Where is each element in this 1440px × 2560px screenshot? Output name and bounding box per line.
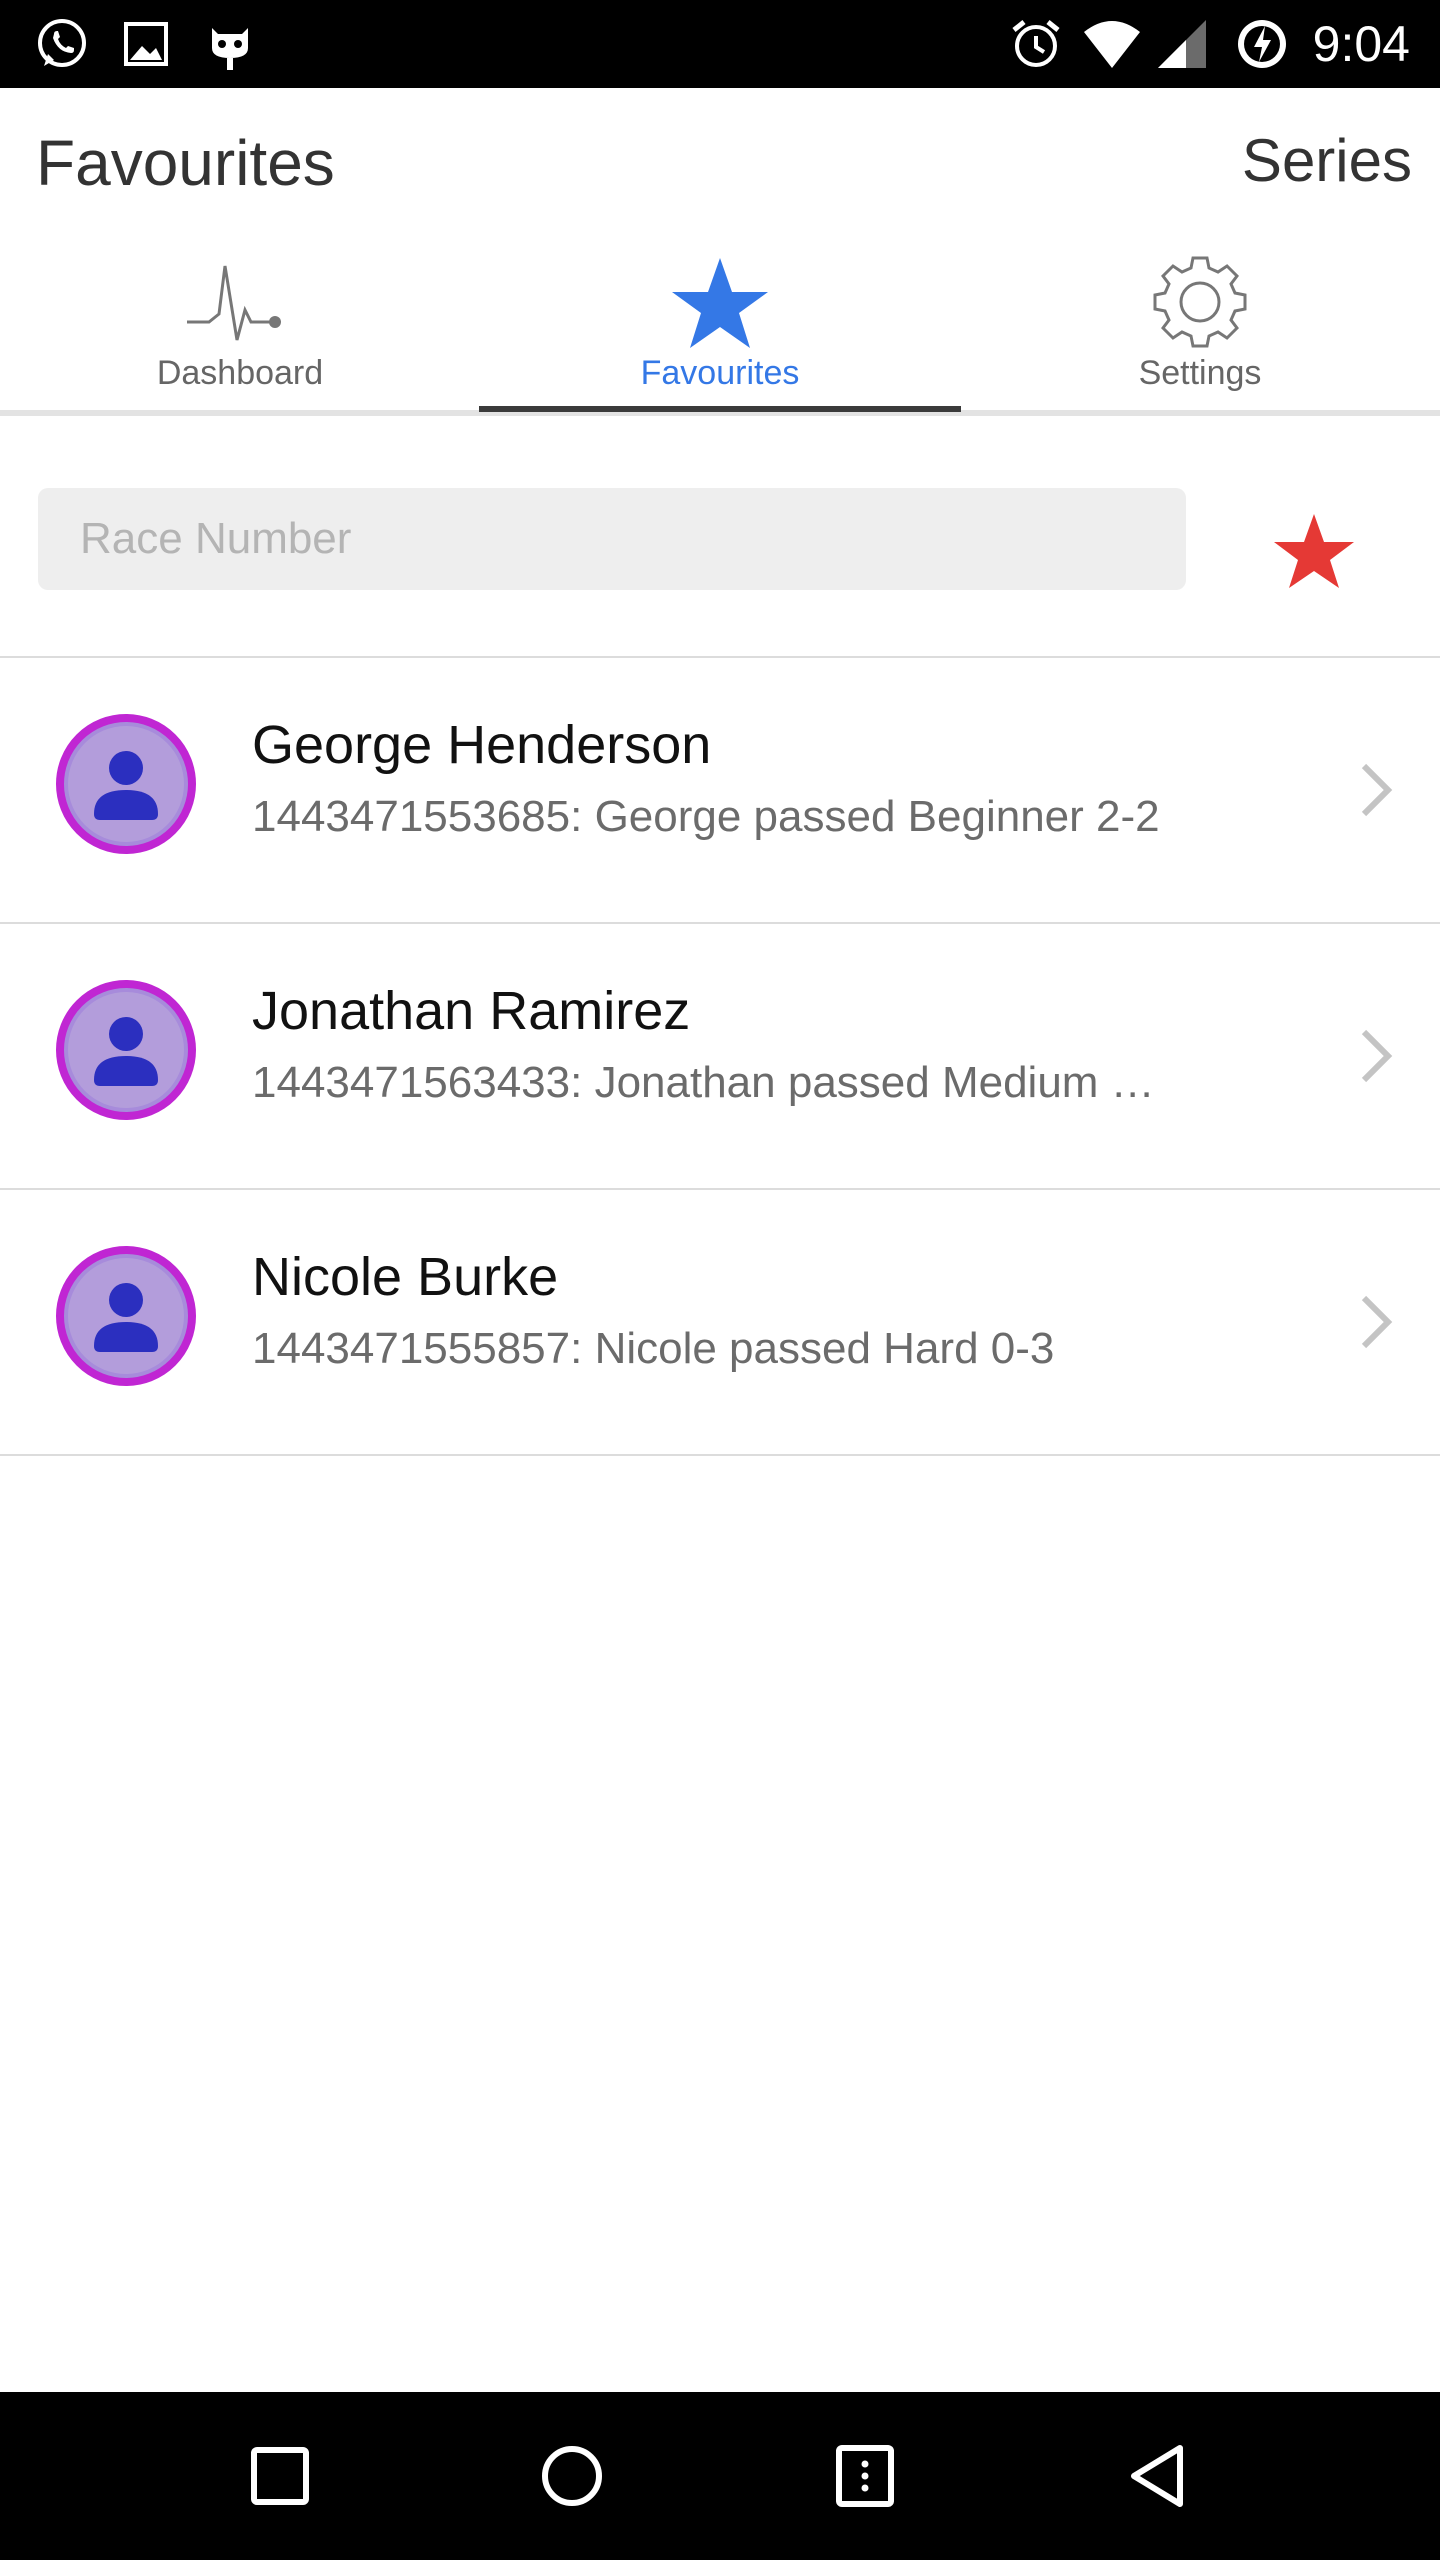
item-name: George Henderson [252, 715, 712, 775]
tab-favourites[interactable]: Favourites [480, 238, 960, 416]
home-button[interactable] [532, 2436, 612, 2516]
tab-settings[interactable]: Settings [960, 238, 1440, 416]
whatsapp-icon [38, 19, 86, 67]
alarm-icon [1012, 20, 1060, 67]
favourites-list: George Henderson 1443471553685: George p… [0, 658, 1440, 1456]
race-number-input[interactable] [38, 488, 1186, 590]
gear-icon [1153, 256, 1247, 348]
nav-bar [0, 2392, 1440, 2560]
signal-icon [1158, 20, 1206, 68]
pulse-icon [187, 265, 281, 341]
list-item[interactable]: George Henderson 1443471553685: George p… [0, 658, 1440, 924]
tab-label: Favourites [640, 354, 800, 392]
avatar [56, 1246, 196, 1386]
back-button[interactable] [1120, 2436, 1200, 2516]
favourite-star-button[interactable] [1270, 506, 1358, 594]
item-status: 1443471555857: Nicole passed Hard 0-3 [252, 1324, 1055, 1373]
series-button[interactable]: Series [1242, 126, 1412, 195]
screen: 9:04 Favourites Series Dashboard Favouri… [0, 0, 1440, 2560]
page-title: Favourites [36, 127, 335, 199]
list-item[interactable]: Nicole Burke 1443471555857: Nicole passe… [0, 1190, 1440, 1456]
gallery-icon [124, 22, 168, 66]
cyanogen-icon [212, 28, 248, 70]
status-bar: 9:04 [0, 0, 1440, 88]
tab-label: Settings [1138, 354, 1262, 392]
search-row [0, 416, 1440, 658]
item-name: Nicole Burke [252, 1247, 559, 1307]
item-name: Jonathan Ramirez [252, 981, 691, 1041]
item-status: 1443471563433: Jonathan passed Medium … [252, 1058, 1155, 1107]
recents-button[interactable] [240, 2436, 320, 2516]
chevron-right-icon [1361, 1029, 1393, 1083]
wifi-icon [1084, 21, 1140, 68]
battery-charging-icon [1238, 20, 1286, 68]
active-tab-indicator [479, 406, 961, 412]
tab-dashboard[interactable]: Dashboard [0, 238, 480, 416]
avatar [56, 980, 196, 1120]
star-icon [672, 258, 768, 348]
tab-label: Dashboard [156, 354, 324, 392]
chevron-right-icon [1361, 763, 1393, 817]
app-header: Favourites Series [0, 88, 1440, 238]
chevron-right-icon [1361, 1295, 1393, 1349]
avatar [56, 714, 196, 854]
item-status: 1443471553685: George passed Beginner 2-… [252, 792, 1160, 841]
tab-bar: Dashboard Favourites Settings [0, 238, 1440, 416]
status-time: 9:04 [1312, 16, 1410, 72]
menu-button[interactable] [825, 2436, 905, 2516]
list-item[interactable]: Jonathan Ramirez 1443471563433: Jonathan… [0, 924, 1440, 1190]
